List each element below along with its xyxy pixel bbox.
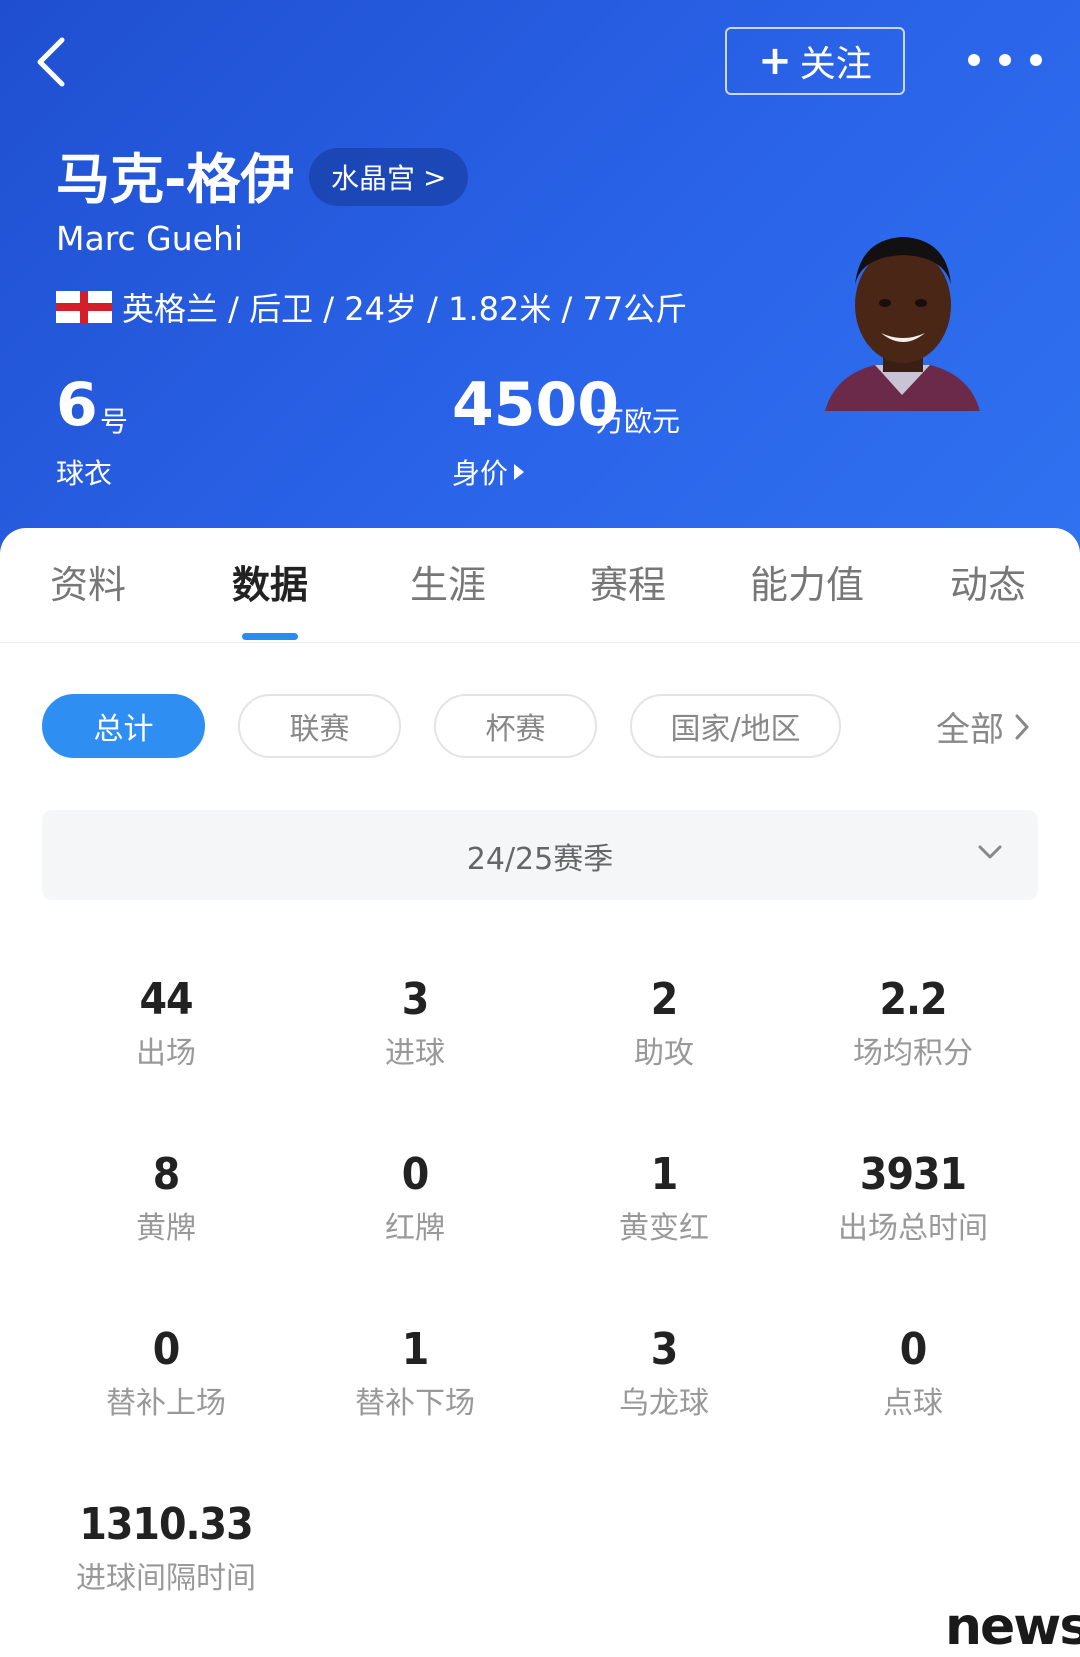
filter-all-label: 全部: [936, 710, 1004, 750]
england-flag-icon: [56, 291, 112, 323]
jersey-label: 球衣: [56, 457, 113, 490]
stat-label: 场均积分: [853, 1036, 973, 1071]
stat-total-minutes: 3931 出场总时间: [788, 1149, 1038, 1247]
tab-schedule[interactable]: 赛程: [590, 562, 666, 608]
stat-value: 1: [650, 1149, 679, 1200]
follow-label: 关注: [799, 44, 872, 85]
tab-profile[interactable]: 资料: [50, 562, 126, 608]
season-selector[interactable]: 24/25赛季: [42, 810, 1038, 900]
stat-value: 3931: [859, 1149, 967, 1200]
filter-all-button[interactable]: 全部: [936, 702, 1030, 751]
active-tab-indicator: [242, 633, 298, 640]
tab-bar: 资料 数据 生涯 赛程 能力值 动态: [0, 528, 1080, 643]
chevron-right-icon: [1015, 714, 1029, 739]
filter-league[interactable]: 联赛: [238, 694, 401, 758]
stat-label: 替补下场: [355, 1386, 475, 1421]
club-name: 水晶宫: [331, 162, 416, 195]
stat-label: 点球: [883, 1386, 943, 1421]
stat-value: 44: [139, 974, 193, 1025]
stat-appearances: 44 出场: [41, 974, 291, 1072]
tab-news[interactable]: 动态: [950, 562, 1026, 608]
stat-value: 0: [401, 1149, 430, 1200]
stat-label: 进球间隔时间: [76, 1561, 256, 1596]
tab-ability[interactable]: 能力值: [750, 562, 864, 608]
stat-second-yellow: 1 黄变红: [539, 1149, 789, 1247]
chevron-right-icon: >: [423, 160, 447, 194]
stat-label: 红牌: [385, 1211, 445, 1246]
stat-yellow-cards: 8 黄牌: [41, 1149, 291, 1247]
stat-goal-interval: 1310.33 进球间隔时间: [41, 1499, 291, 1597]
stat-assists: 2 助攻: [539, 974, 789, 1072]
stat-label: 乌龙球: [619, 1386, 709, 1421]
stat-value: 2: [650, 974, 679, 1025]
filter-total[interactable]: 总计: [42, 694, 205, 758]
news-watermark: news: [945, 1597, 1080, 1657]
stat-label: 进球: [385, 1036, 445, 1071]
follow-button[interactable]: + 关注: [725, 27, 905, 95]
season-label: 24/25赛季: [466, 842, 614, 877]
stats-card: 资料 数据 生涯 赛程 能力值 动态 总计 联赛 杯赛 国家/地区 全部 24/…: [0, 528, 1080, 1657]
plus-icon: +: [758, 38, 792, 84]
filter-cup[interactable]: 杯赛: [434, 694, 597, 758]
stat-goals: 3 进球: [290, 974, 540, 1072]
market-value-link[interactable]: 身价: [452, 452, 525, 492]
club-link-button[interactable]: 水晶宫 >: [309, 148, 469, 206]
stat-value: 0: [152, 1324, 181, 1375]
jersey-unit: 号: [100, 405, 129, 438]
player-header: + 关注 马克-格伊 水晶宫 > Marc Guehi 英格兰 / 后卫 / 2…: [0, 0, 1080, 560]
market-value: 4500: [452, 370, 619, 440]
stat-value: 3: [401, 974, 430, 1025]
back-arrow-icon[interactable]: [30, 36, 78, 88]
tab-career[interactable]: 生涯: [410, 562, 486, 608]
player-name-en: Marc Guehi: [56, 219, 244, 258]
stat-label: 黄变红: [619, 1211, 709, 1246]
stat-avg-points: 2.2 场均积分: [788, 974, 1038, 1072]
jersey-number: 6: [56, 370, 98, 440]
stat-red-cards: 0 红牌: [290, 1149, 540, 1247]
player-name-cn: 马克-格伊: [56, 148, 295, 211]
stat-value: 0: [899, 1324, 928, 1375]
stat-value: 1310.33: [79, 1499, 253, 1550]
stat-label: 黄牌: [136, 1211, 196, 1246]
stat-value: 2.2: [879, 974, 947, 1025]
stat-value: 1: [401, 1324, 430, 1375]
market-value-label: 身价: [452, 457, 509, 490]
player-avatar: [815, 225, 990, 411]
market-value-unit: 万欧元: [596, 405, 681, 438]
stat-value: 8: [152, 1149, 181, 1200]
stat-label: 助攻: [634, 1036, 694, 1071]
stat-own-goals: 3 乌龙球: [539, 1324, 789, 1422]
stat-label: 替补上场: [106, 1386, 226, 1421]
stat-penalties: 0 点球: [788, 1324, 1038, 1422]
filter-national[interactable]: 国家/地区: [630, 694, 841, 758]
more-dots-icon[interactable]: [968, 40, 1042, 80]
stat-sub-off: 1 替补下场: [290, 1324, 540, 1422]
triangle-right-icon: [514, 464, 525, 480]
stat-label: 出场: [136, 1036, 196, 1071]
player-info-row: 英格兰 / 后卫 / 24岁 / 1.82米 / 77公斤: [56, 284, 687, 330]
stat-label: 出场总时间: [838, 1211, 988, 1246]
player-info-text: 英格兰 / 后卫 / 24岁 / 1.82米 / 77公斤: [122, 290, 688, 328]
tab-stats[interactable]: 数据: [232, 562, 308, 608]
stat-sub-on: 0 替补上场: [41, 1324, 291, 1422]
chevron-down-icon: [978, 845, 1002, 859]
stat-value: 3: [650, 1324, 679, 1375]
